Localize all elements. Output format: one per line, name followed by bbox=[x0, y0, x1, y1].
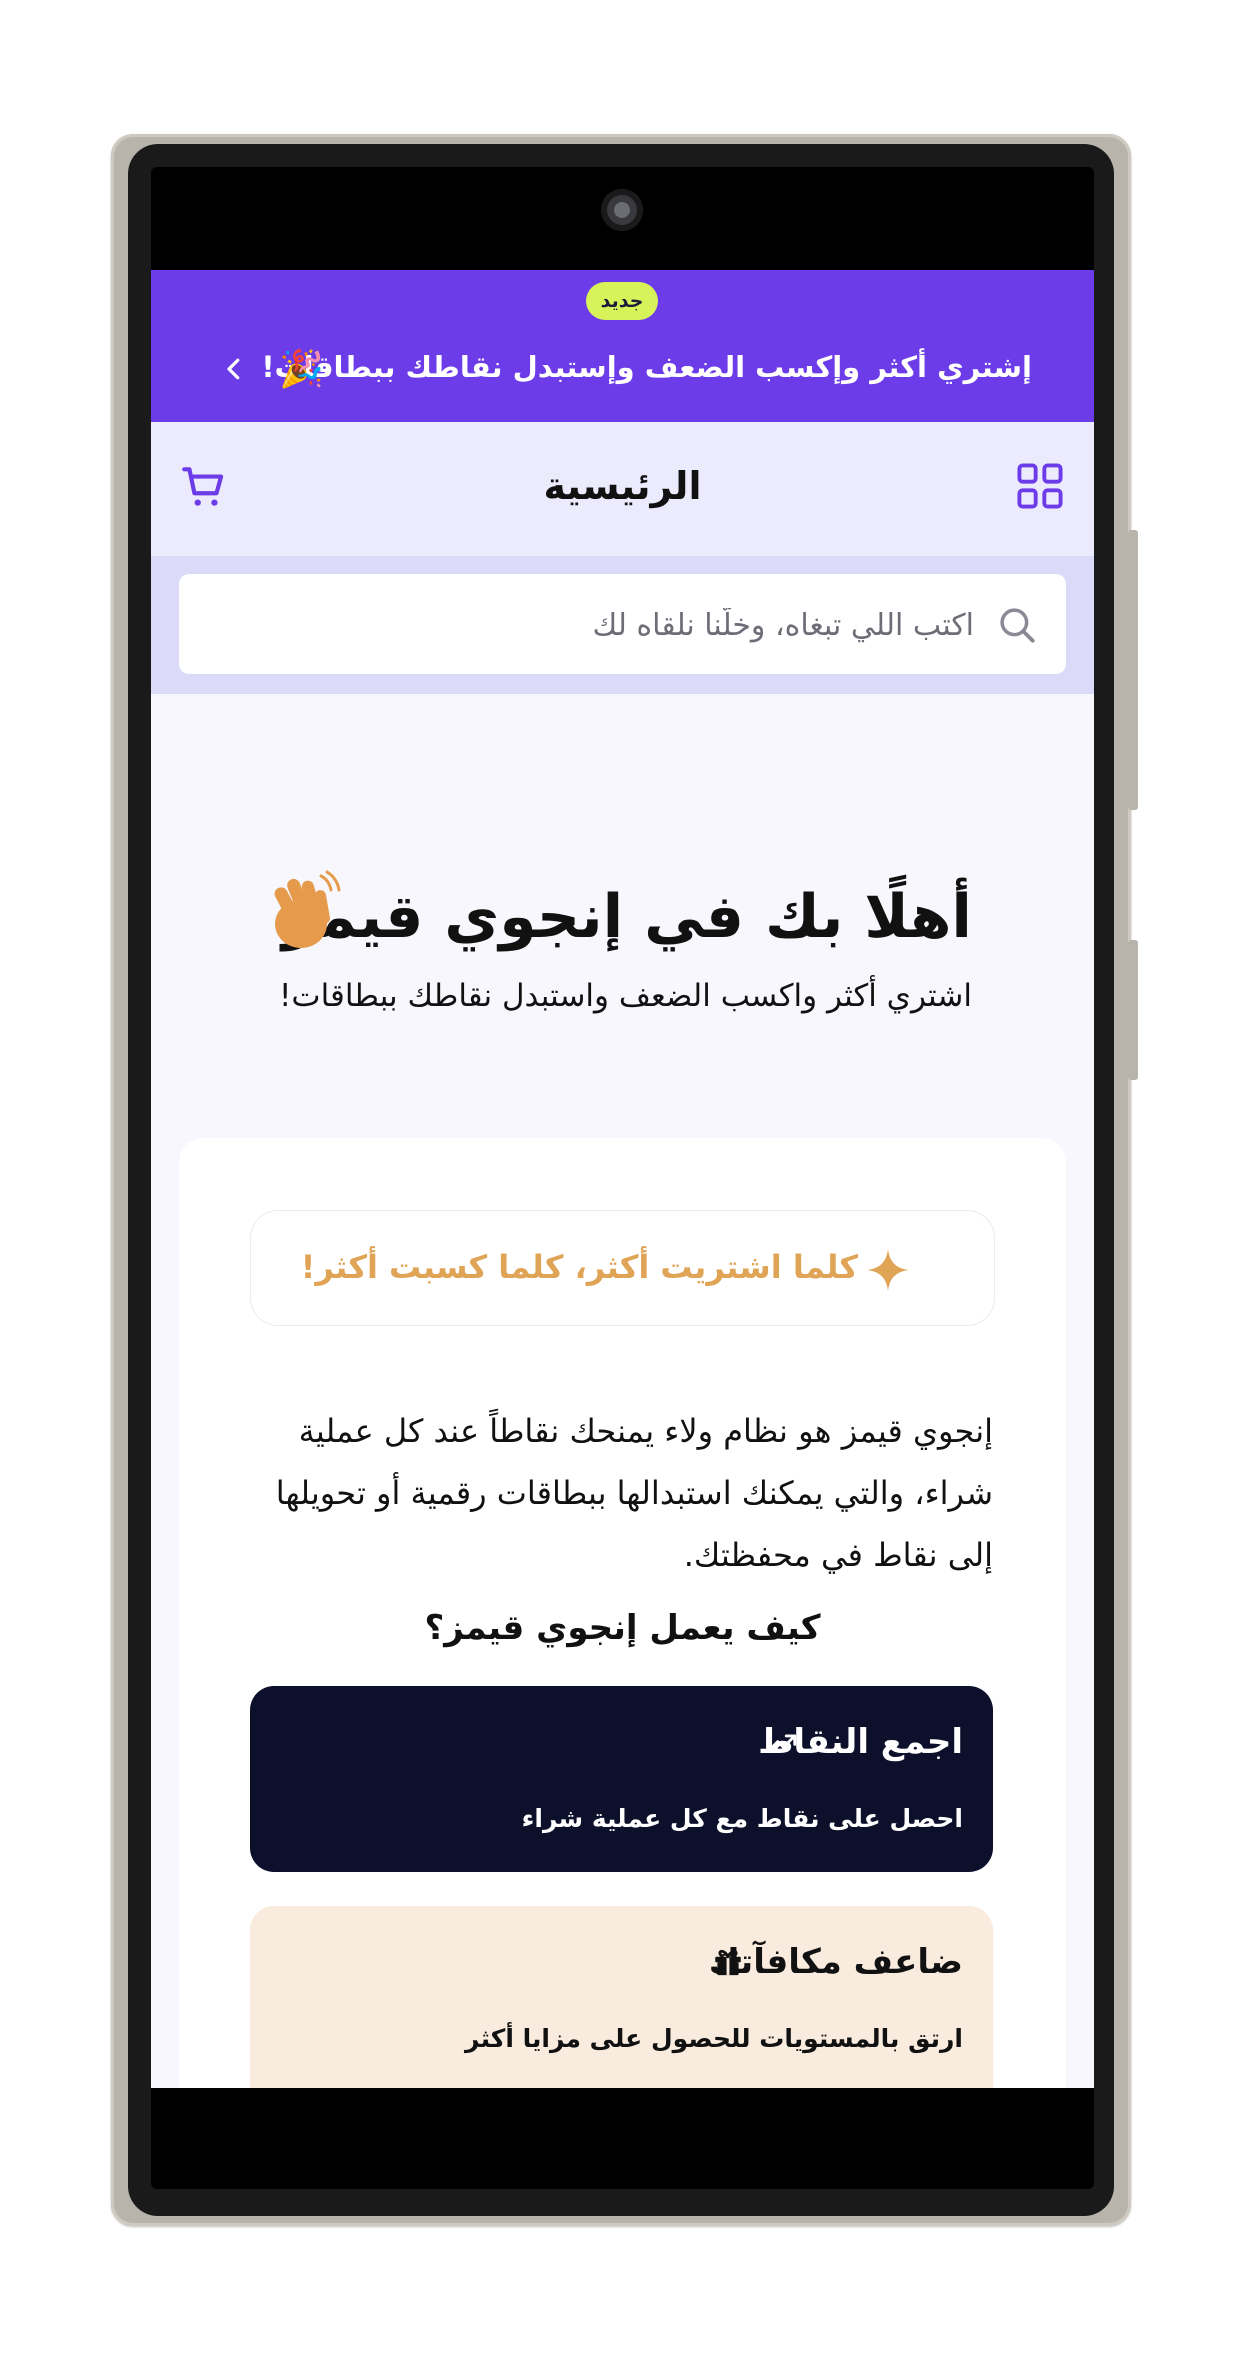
chevron-left-icon[interactable] bbox=[219, 354, 249, 384]
search-bar bbox=[151, 556, 1094, 694]
earn-more-text: كلما اشتريت أكثر، كلما كسبت أكثر! bbox=[300, 1248, 858, 1286]
search-icon bbox=[1000, 608, 1035, 643]
waving-hand-icon bbox=[274, 870, 341, 948]
promo-text: إشتري أكثر وإكسب الضعف وإستبدل نقاطك ببط… bbox=[261, 350, 1032, 384]
gift-icon bbox=[715, 1949, 741, 1976]
phone-volume-button bbox=[1128, 530, 1138, 810]
step-description: ارتق بالمستويات للحصول على مزايا أكثر bbox=[465, 2024, 963, 2053]
welcome-title: أهلًا بك في إنجوي قيمز bbox=[282, 882, 972, 952]
app-viewport: جديد إشتري أكثر وإكسب الضعف وإستبدل نقاط… bbox=[151, 270, 1094, 2088]
party-popper-icon: 🎉 bbox=[279, 349, 324, 390]
how-it-works-title: كيف يعمل إنجوي قيمز؟ bbox=[424, 1608, 821, 1648]
grid-menu-icon[interactable] bbox=[1014, 460, 1066, 512]
new-badge: جديد bbox=[586, 282, 658, 320]
phone-screen: جديد إشتري أكثر وإكسب الضعف وإستبدل نقاط… bbox=[151, 167, 1094, 2189]
front-camera-icon bbox=[601, 189, 643, 231]
sparkle-icon bbox=[867, 1249, 909, 1291]
search-box[interactable] bbox=[179, 574, 1066, 674]
loyalty-info-card: كلما اشتريت أكثر، كلما كسبت أكثر! إنجوي … bbox=[179, 1138, 1066, 2088]
step-title: ضاعف مكافآتك bbox=[708, 1942, 963, 1982]
trending-up-icon bbox=[767, 1734, 797, 1752]
welcome-subtitle: اشتري أكثر واكسب الضعف واستبدل نقاطك ببط… bbox=[278, 978, 972, 1014]
step-card-collect-points: اجمع النقاط احصل على نقاط مع كل عملية شر… bbox=[250, 1686, 993, 1872]
page-title: الرئيسية bbox=[543, 464, 702, 508]
search-input[interactable] bbox=[272, 596, 976, 654]
earn-more-pill: كلما اشتريت أكثر، كلما كسبت أكثر! bbox=[250, 1210, 995, 1326]
phone-power-button bbox=[1128, 940, 1138, 1080]
app-header: الرئيسية bbox=[151, 422, 1094, 556]
step-description: احصل على نقاط مع كل عملية شراء bbox=[521, 1804, 963, 1833]
promo-banner[interactable]: جديد إشتري أكثر وإكسب الضعف وإستبدل نقاط… bbox=[151, 270, 1094, 422]
loyalty-description: إنجوي قيمز هو نظام ولاء يمنحك نقاطاً عند… bbox=[275, 1412, 993, 1574]
step-card-double-rewards: ضاعف مكافآتك ارتق بالمستويات للحصول على … bbox=[250, 1906, 993, 2088]
